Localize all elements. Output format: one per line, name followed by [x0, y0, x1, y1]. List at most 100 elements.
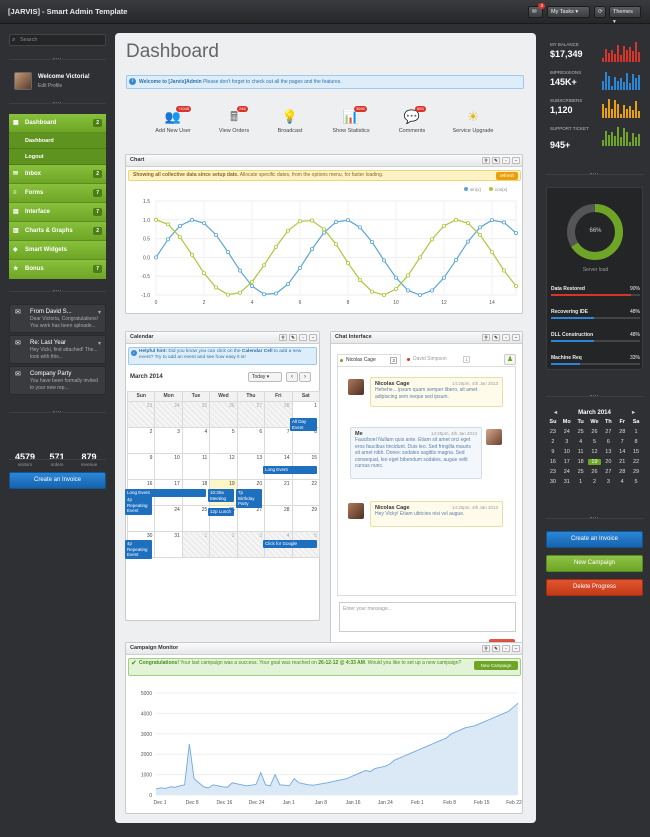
mini-calendar-day[interactable]: 22 [629, 459, 643, 465]
calendar-cell[interactable]: 5 [209, 427, 238, 454]
collapse-icon[interactable]: – [512, 645, 520, 652]
pin-icon[interactable]: ✎ [289, 334, 297, 341]
calendar-cell[interactable]: 29 [291, 505, 321, 532]
calendar-cell[interactable]: 26 [209, 401, 238, 428]
mini-calendar-day[interactable]: 15 [629, 449, 643, 455]
refresh-button[interactable]: ⟳ [594, 6, 606, 18]
mini-calendar-day[interactable]: 13 [601, 449, 615, 455]
calendar-cell[interactable]: 28 [264, 505, 293, 532]
calendar-cell[interactable]: 6 [236, 427, 266, 454]
calendar-cell[interactable]: 2 [126, 427, 156, 454]
shortcut-broadcast[interactable]: 💡 Broadcast [260, 109, 320, 134]
collapse-icon[interactable]: – [512, 334, 520, 341]
mini-calendar-day[interactable]: 7 [615, 439, 629, 445]
mini-calendar-day[interactable]: 16 [546, 459, 560, 465]
chat-message-input[interactable]: Enter your message... [339, 602, 516, 632]
themes-button[interactable]: Themes ▾ [609, 6, 641, 25]
prev-month-icon[interactable]: ◂ [554, 407, 557, 419]
shortcut-upgrade[interactable]: ☀ Service Upgrade [443, 109, 503, 134]
expand-icon[interactable]: ▫ [299, 334, 307, 341]
nav-item-dashboard[interactable]: ▦ Dashboard 2 [9, 114, 106, 133]
mini-calendar-day[interactable]: 12 [588, 449, 602, 455]
calendar-cell[interactable]: 10 [154, 453, 183, 480]
mini-calendar-day[interactable]: 26 [588, 429, 602, 435]
calendar-event[interactable]: Click for Google [263, 540, 317, 548]
calendar-event[interactable]: 7p Birthday Party [236, 489, 262, 508]
mini-calendar-day[interactable]: 5 [588, 439, 602, 445]
next-month-button[interactable]: › [299, 372, 311, 382]
mini-calendar-day[interactable]: 6 [601, 439, 615, 445]
calendar-event[interactable]: 10:30a Meeting [208, 489, 234, 502]
add-user-icon[interactable]: ♟ [504, 354, 516, 365]
calendar-cell[interactable]: 9 [126, 453, 156, 480]
calendar-cell[interactable]: 2 [209, 531, 238, 558]
mini-calendar-day[interactable]: 8 [629, 439, 643, 445]
mini-calendar-day[interactable]: 2 [546, 439, 560, 445]
nav-item-charts[interactable]: ▥ Charts & Graphs 2 [9, 222, 106, 241]
mini-calendar-day[interactable]: 27 [601, 429, 615, 435]
message-item[interactable]: ✉ Re: Last Year Hey Vicki, find attached… [9, 335, 106, 364]
mini-calendar-day[interactable]: 10 [560, 449, 574, 455]
calendar-cell[interactable]: 4 [181, 427, 211, 454]
calendar-cell[interactable]: 13 [236, 453, 266, 480]
collapse-icon[interactable]: – [512, 157, 520, 164]
mini-calendar-day[interactable]: 17 [560, 459, 574, 465]
mini-calendar-day[interactable]: 28 [615, 469, 629, 475]
nav-item-widgets[interactable]: ◈ Smart Widgets [9, 241, 106, 260]
calendar-cell[interactable]: 21 [264, 479, 293, 506]
shortcut-statistics[interactable]: 📊 3690 Show Statistics [321, 106, 381, 134]
calendar-event[interactable]: All Day Event [290, 418, 317, 431]
mini-calendar-day[interactable]: 5 [629, 479, 643, 485]
calendar-cell[interactable]: 24 [154, 505, 183, 532]
mini-calendar-day[interactable]: 21 [615, 459, 629, 465]
mini-calendar-day[interactable]: 26 [588, 469, 602, 475]
calendar-cell[interactable]: 27 [236, 401, 266, 428]
calendar-event[interactable]: 12p Lunch [208, 508, 234, 516]
lock-icon[interactable]: ⚲ [482, 645, 490, 652]
calendar-cell[interactable]: 12 [209, 453, 238, 480]
mini-calendar-day[interactable]: 20 [601, 459, 615, 465]
expand-icon[interactable]: ▫ [502, 157, 510, 164]
nav-item-forms[interactable]: ≡ Forms 7 [9, 184, 106, 203]
mini-calendar-day[interactable]: 14 [615, 449, 629, 455]
calendar-cell[interactable]: 24 [154, 401, 183, 428]
shortcut-view-orders[interactable]: 🖩 246 View Orders [204, 106, 264, 134]
collapse-icon[interactable]: – [309, 334, 317, 341]
mini-calendar-day[interactable]: 27 [601, 469, 615, 475]
mini-calendar-day[interactable]: 3 [560, 439, 574, 445]
tab-nicolas-cage[interactable]: Nicolas Cage 2 [337, 354, 401, 366]
message-item[interactable]: ✉ From David S... Dear Victoria, Congrat… [9, 304, 106, 333]
mini-calendar-day[interactable]: 19 [587, 459, 602, 465]
tab-david-simpson[interactable]: David Simpson 1 [405, 354, 473, 366]
mini-calendar-day[interactable]: 30 [546, 479, 560, 485]
nav-item-bonus[interactable]: ★ Bonus 7 [9, 260, 106, 279]
calendar-cell[interactable]: 27 [236, 505, 266, 532]
mini-calendar-day[interactable]: 23 [546, 469, 560, 475]
calendar-event[interactable]: 4p Repeating Event [125, 540, 152, 559]
mini-calendar-day[interactable]: 2 [588, 479, 602, 485]
calendar-cell[interactable]: 3 [236, 531, 266, 558]
mini-calendar-day[interactable]: 23 [546, 429, 560, 435]
pin-icon[interactable]: ✎ [492, 334, 500, 341]
mini-calendar-day[interactable]: 28 [615, 429, 629, 435]
mini-calendar-day[interactable]: 18 [574, 459, 588, 465]
message-item[interactable]: ✉ Company Party You have been formally i… [9, 366, 106, 395]
prev-month-button[interactable]: ‹ [286, 372, 298, 382]
expand-icon[interactable]: ▫ [502, 334, 510, 341]
calendar-cell[interactable]: 25 [181, 505, 211, 532]
calendar-cell[interactable]: 11 [181, 453, 211, 480]
pin-icon[interactable]: ✎ [492, 645, 500, 652]
expand-icon[interactable]: ▫ [502, 645, 510, 652]
mini-calendar-day[interactable]: 1 [574, 479, 588, 485]
mini-calendar-day[interactable]: 25 [574, 469, 588, 475]
next-month-icon[interactable]: ▸ [632, 407, 635, 419]
new-campaign-button[interactable]: New Campaign [474, 661, 518, 670]
mini-calendar-day[interactable]: 31 [560, 479, 574, 485]
mini-calendar-day[interactable]: 11 [574, 449, 588, 455]
edit-profile-link[interactable]: Edit Profile [38, 83, 62, 89]
calendar-cell[interactable]: 25 [181, 401, 211, 428]
mini-calendar-day[interactable]: 24 [560, 469, 574, 475]
create-invoice-button[interactable]: Create an Invoice [546, 531, 643, 548]
chevron-down-icon[interactable]: ▾ [98, 340, 101, 347]
chevron-down-icon[interactable]: ▾ [98, 309, 101, 316]
